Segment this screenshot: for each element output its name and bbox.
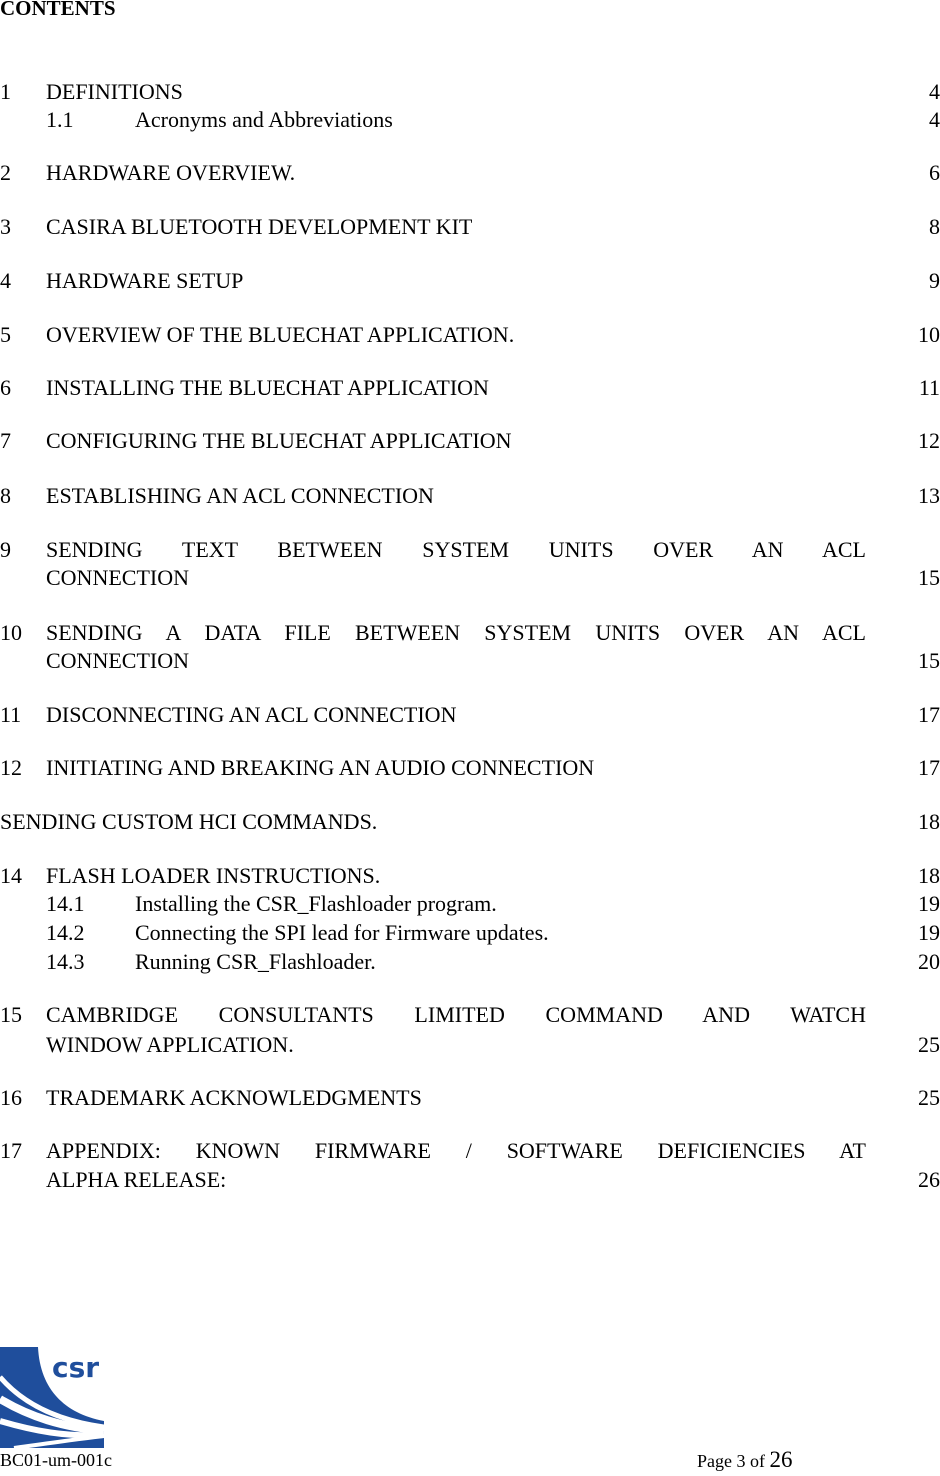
toc-entry-9-cont[interactable]: CONNECTION 15 <box>0 564 940 592</box>
toc-number: 9 <box>0 537 11 562</box>
csr-logo-icon: csr <box>0 1347 104 1448</box>
toc-title-line-2: CONNECTION <box>46 648 189 673</box>
contents-heading: CONTENTS <box>0 0 116 20</box>
toc-page: 6 <box>929 160 940 185</box>
toc-page: 17 <box>918 702 940 727</box>
toc-title-line-2: CONNECTION <box>46 565 189 590</box>
toc-entry-1[interactable]: 1 DEFINITIONS 4 <box>0 78 940 106</box>
toc-number: 3 <box>0 214 11 239</box>
toc-number: 7 <box>0 428 11 453</box>
toc-entry-15-cont[interactable]: WINDOW APPLICATION. 25 <box>0 1031 940 1059</box>
toc-number: 8 <box>0 483 11 508</box>
toc-number: 2 <box>0 160 11 185</box>
toc-page: 17 <box>918 755 940 780</box>
toc-page: 15 <box>918 648 940 673</box>
toc-entry-1-1[interactable]: 1.1 Acronyms and Abbreviations 4 <box>0 106 940 134</box>
toc-title: CASIRA BLUETOOTH DEVELOPMENT KIT <box>46 214 473 239</box>
toc-title-line-2: WINDOW APPLICATION. <box>46 1032 294 1057</box>
toc-page: 12 <box>918 428 940 453</box>
toc-title-line-1: SENDING TEXT BETWEEN SYSTEM UNITS OVER A… <box>46 537 866 562</box>
toc-page: 10 <box>918 322 940 347</box>
toc-entry-10-cont[interactable]: CONNECTION 15 <box>0 647 940 675</box>
toc-title: OVERVIEW OF THE BLUECHAT APPLICATION. <box>46 322 515 347</box>
toc-entry-14-3[interactable]: 14.3 Running CSR_Flashloader. 20 <box>0 948 940 976</box>
toc-number: 15 <box>0 1002 22 1027</box>
toc-title: SENDING CUSTOM HCI COMMANDS. <box>0 809 378 834</box>
toc-title: CONFIGURING THE BLUECHAT APPLICATION <box>46 428 512 453</box>
toc-title: Installing the CSR_Flashloader program. <box>135 891 497 916</box>
toc-number: 11 <box>0 702 22 727</box>
toc-entry-14-2[interactable]: 14.2 Connecting the SPI lead for Firmwar… <box>0 919 940 947</box>
toc-page: 8 <box>929 214 940 239</box>
toc-title: INITIATING AND BREAKING AN AUDIO CONNECT… <box>46 755 595 780</box>
toc-page: 13 <box>918 483 940 508</box>
toc-entry-2[interactable]: 2 HARDWARE OVERVIEW. 6 <box>0 159 940 187</box>
toc-entry-7[interactable]: 7 CONFIGURING THE BLUECHAT APPLICATION 1… <box>0 427 940 455</box>
toc-entry-14-1[interactable]: 14.1 Installing the CSR_Flashloader prog… <box>0 890 940 918</box>
toc-number: 14 <box>0 863 22 888</box>
toc-page: 4 <box>929 79 940 104</box>
toc-page: 11 <box>918 375 940 400</box>
toc-page: 4 <box>929 107 940 132</box>
page-total: 26 <box>769 1447 793 1472</box>
toc-page: 26 <box>918 1167 940 1192</box>
toc-number: 17 <box>0 1138 22 1163</box>
toc-page: 19 <box>918 891 940 916</box>
toc-title: DISCONNECTING AN ACL CONNECTION <box>46 702 457 727</box>
toc-entry-16[interactable]: 16 TRADEMARK ACKNOWLEDGMENTS 25 <box>0 1084 940 1112</box>
toc-number: 6 <box>0 375 11 400</box>
toc-title-line-1: APPENDIX: KNOWN FIRMWARE / SOFTWARE DEFI… <box>46 1138 866 1163</box>
toc-entry-12[interactable]: 12 INITIATING AND BREAKING AN AUDIO CONN… <box>0 754 940 782</box>
page-indicator: Page 3 of 26 <box>697 1447 792 1473</box>
toc-title-line-1: SENDING A DATA FILE BETWEEN SYSTEM UNITS… <box>46 620 866 645</box>
toc-page: 19 <box>918 920 940 945</box>
toc-number: 4 <box>0 268 11 293</box>
toc-entry-5[interactable]: 5 OVERVIEW OF THE BLUECHAT APPLICATION. … <box>0 321 940 349</box>
toc-entry-9[interactable]: 9 SENDING TEXT BETWEEN SYSTEM UNITS OVER… <box>0 536 940 564</box>
toc-entry-8[interactable]: 8 ESTABLISHING AN ACL CONNECTION 13 <box>0 482 940 510</box>
toc-entry-15[interactable]: 15 CAMBRIDGE CONSULTANTS LIMITED COMMAND… <box>0 1001 940 1029</box>
page-prefix: Page 3 of <box>697 1451 770 1471</box>
toc-entry-10[interactable]: 10 SENDING A DATA FILE BETWEEN SYSTEM UN… <box>0 619 940 647</box>
toc-page: 18 <box>918 809 940 834</box>
toc-number: 14.2 <box>46 920 85 945</box>
toc-entry-17-cont[interactable]: ALPHA RELEASE: 26 <box>0 1166 940 1194</box>
toc-page: 20 <box>918 949 940 974</box>
toc-title: INSTALLING THE BLUECHAT APPLICATION <box>46 375 489 400</box>
toc-title: DEFINITIONS <box>46 79 183 104</box>
toc-page: 15 <box>918 565 940 590</box>
toc-number: 1.1 <box>46 107 74 132</box>
toc-title: ESTABLISHING AN ACL CONNECTION <box>46 483 434 508</box>
document-id: BC01-um-001c <box>0 1450 112 1470</box>
toc-number: 10 <box>0 620 22 645</box>
toc-title: HARDWARE SETUP <box>46 268 244 293</box>
toc-number: 14.3 <box>46 949 85 974</box>
toc-title-line-1: CAMBRIDGE CONSULTANTS LIMITED COMMAND AN… <box>46 1002 866 1027</box>
toc-title: Connecting the SPI lead for Firmware upd… <box>135 920 549 945</box>
toc-page: 25 <box>918 1085 940 1110</box>
toc-page: 25 <box>918 1032 940 1057</box>
toc-entry-11[interactable]: 11 DISCONNECTING AN ACL CONNECTION 17 <box>0 701 940 729</box>
toc-number: 1 <box>0 79 11 104</box>
toc-number: 16 <box>0 1085 22 1110</box>
toc-number: 5 <box>0 322 11 347</box>
toc-entry-13[interactable]: SENDING CUSTOM HCI COMMANDS. 18 <box>0 808 940 836</box>
toc-page: 9 <box>929 268 940 293</box>
toc-entry-4[interactable]: 4 HARDWARE SETUP 9 <box>0 267 940 295</box>
toc-title: TRADEMARK ACKNOWLEDGMENTS <box>46 1085 422 1110</box>
toc-title: FLASH LOADER INSTRUCTIONS. <box>46 863 381 888</box>
toc-title: Running CSR_Flashloader. <box>135 949 376 974</box>
toc-entry-17[interactable]: 17 APPENDIX: KNOWN FIRMWARE / SOFTWARE D… <box>0 1137 940 1165</box>
toc-page: 18 <box>918 863 940 888</box>
toc-number: 14.1 <box>46 891 85 916</box>
toc-number: 12 <box>0 755 22 780</box>
logo-text: csr <box>52 1351 99 1384</box>
toc-entry-6[interactable]: 6 INSTALLING THE BLUECHAT APPLICATION 11 <box>0 374 940 402</box>
toc-entry-14[interactable]: 14 FLASH LOADER INSTRUCTIONS. 18 <box>0 862 940 890</box>
toc-title: Acronyms and Abbreviations <box>135 107 393 132</box>
toc-title-line-2: ALPHA RELEASE: <box>46 1167 227 1192</box>
toc-entry-3[interactable]: 3 CASIRA BLUETOOTH DEVELOPMENT KIT 8 <box>0 213 940 241</box>
toc-title: HARDWARE OVERVIEW. <box>46 160 296 185</box>
